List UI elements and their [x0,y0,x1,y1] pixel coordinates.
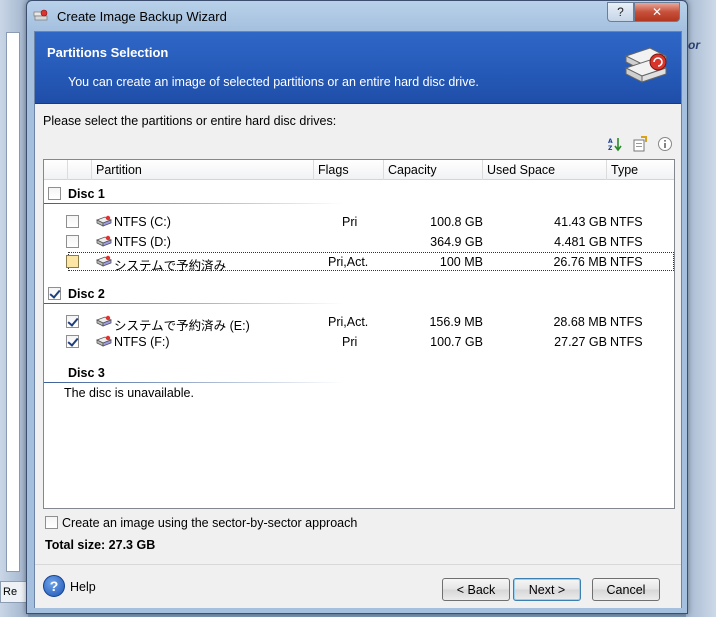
app-icon [33,9,48,21]
partition-flags: Pri,Act. [328,315,369,329]
column-flags[interactable]: Flags [314,160,384,180]
partition-list[interactable]: Partition Flags Capacity Used Space Type… [43,159,675,509]
partition-name: システムで予約済み [114,259,227,273]
wizard-header: Partitions Selection You can create an i… [35,32,681,104]
disc-row-1[interactable]: Disc 1 [44,184,674,204]
drive-icon [96,315,112,327]
partition-name: NTFS (F:) [114,335,170,349]
sort-icon[interactable]: A Z [607,136,623,152]
info-icon[interactable] [657,136,673,152]
partition-checkbox[interactable] [66,315,79,328]
title-bar[interactable]: Create Image Backup Wizard ? ✕ [27,1,687,31]
drive-icon [96,255,112,267]
partition-type: NTFS [610,335,643,349]
partition-used: 4.481 GB [554,235,607,249]
partition-capacity: 100.8 GB [430,215,483,229]
partition-checkbox[interactable] [66,335,79,348]
partition-row[interactable]: NTFS (C:) Pri 100.8 GB 41.43 GB NTFS [44,212,674,232]
title-help-button[interactable]: ? [607,2,634,22]
partition-row[interactable]: システムで予約済み (E:) Pri,Act. 156.9 MB 28.68 M… [44,312,674,333]
background-logo: or [688,38,700,52]
background-app-right: or [686,0,716,617]
properties-icon[interactable] [632,136,648,152]
partition-capacity: 100.7 GB [430,335,483,349]
disc-3-divider [44,382,344,383]
partition-capacity: 100 MB [439,255,483,269]
svg-text:A: A [608,138,613,145]
partition-used: 28.68 MB [553,315,607,329]
disc-row-2[interactable]: Disc 2 [44,284,674,304]
backup-disk-icon [624,47,668,83]
back-button[interactable]: < Back [442,578,510,601]
list-toolbar: A Z [607,136,677,154]
disc-1-divider [44,203,344,204]
partition-name: NTFS (C:) [114,215,171,229]
disc-1-checkbox[interactable] [48,187,61,200]
next-button[interactable]: Next > [513,578,581,601]
partition-used: 27.27 GB [554,335,607,349]
partition-flags: Pri [342,215,358,229]
partition-type: NTFS [610,315,643,329]
total-size: Total size: 27.3 GB [45,538,156,552]
disc-3-label: Disc 3 [68,366,105,380]
disc-2-checkbox[interactable] [48,287,61,300]
partition-row[interactable]: NTFS (D:) 364.9 GB 4.481 GB NTFS [44,232,674,252]
sector-by-sector-label[interactable]: Create an image using the sector-by-sect… [62,516,357,530]
partition-type: NTFS [610,255,643,269]
wizard-window: Create Image Backup Wizard ? ✕ Partition… [26,0,688,614]
column-used-space[interactable]: Used Space [483,160,607,180]
partition-checkbox[interactable] [66,235,79,248]
background-app-left [0,0,28,617]
column-capacity[interactable]: Capacity [384,160,483,180]
partition-type: NTFS [610,215,643,229]
partition-used: 41.43 GB [554,215,607,229]
partition-name: NTFS (D:) [114,235,171,249]
window-title: Create Image Backup Wizard [57,9,227,24]
partition-checkbox[interactable] [66,255,79,268]
close-button[interactable]: ✕ [634,2,680,22]
disc-1-label: Disc 1 [68,187,105,201]
partition-row-selected[interactable]: システムで予約済み Pri,Act. 100 MB 26.76 MB NTFS [44,252,674,273]
partition-type: NTFS [610,235,643,249]
help-link[interactable]: Help [70,580,96,594]
drive-icon [96,235,112,247]
column-partition[interactable]: Partition [92,160,314,180]
partition-capacity: 364.9 GB [430,235,483,249]
wizard-client: Partitions Selection You can create an i… [34,31,682,608]
partition-row[interactable]: NTFS (F:) Pri 100.7 GB 27.27 GB NTFS [44,332,674,352]
column-header: Partition Flags Capacity Used Space Type [44,160,674,180]
drive-icon [96,335,112,347]
column-type[interactable]: Type [607,160,676,180]
sector-by-sector-checkbox[interactable] [45,516,58,529]
background-app-panel [6,32,20,572]
help-icon[interactable]: ? [43,575,65,597]
column-checkbox [44,160,68,180]
partition-checkbox[interactable] [66,215,79,228]
page-subtitle: You can create an image of selected part… [68,75,479,89]
disc-unavailable-message: The disc is unavailable. [64,386,194,400]
partition-flags: Pri,Act. [328,255,369,269]
partition-capacity: 156.9 MB [429,315,483,329]
disc-row-3: Disc 3 [44,363,674,383]
partition-used: 26.76 MB [553,255,607,269]
page-title: Partitions Selection [47,45,169,60]
partition-flags: Pri [342,335,358,349]
wizard-footer: ? Help < Back Next > Cancel [35,564,681,608]
disc-2-divider [44,303,344,304]
instruction-text: Please select the partitions or entire h… [43,114,337,128]
cancel-button[interactable]: Cancel [592,578,660,601]
svg-text:Z: Z [608,145,613,152]
column-icon [68,160,92,180]
disc-2-label: Disc 2 [68,287,105,301]
background-button: Re [0,581,28,603]
drive-icon [96,215,112,227]
